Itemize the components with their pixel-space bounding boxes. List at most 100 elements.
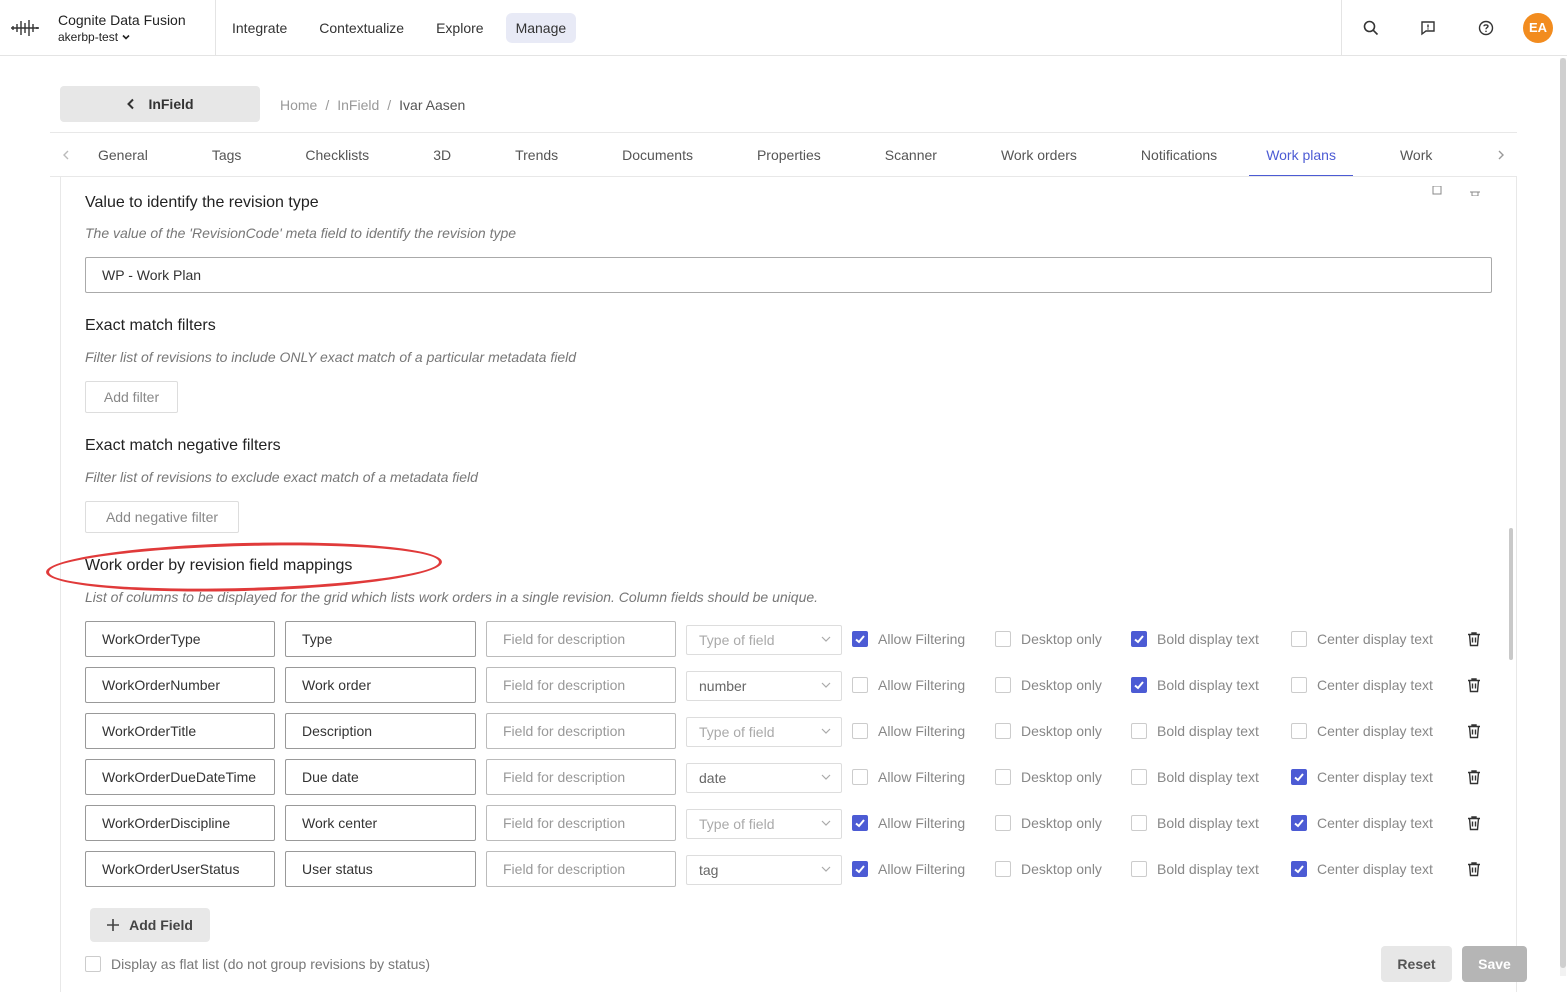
tab-scroll-left[interactable] (50, 133, 82, 176)
bold-display-text-checkbox[interactable]: Bold display text (1131, 861, 1259, 877)
revision-type-input[interactable]: WP - Work Plan (85, 257, 1492, 293)
page-scrollbar[interactable] (1560, 58, 1566, 976)
project-selector[interactable]: akerbp-test (58, 29, 186, 45)
checkbox-checked (1131, 631, 1147, 647)
field-type-select[interactable]: number (686, 671, 842, 701)
breadcrumb-infield[interactable]: InField (337, 97, 379, 113)
save-button[interactable]: Save (1462, 946, 1527, 982)
allow-filtering-checkbox[interactable]: Allow Filtering (852, 815, 965, 831)
trash-icon[interactable] (1465, 814, 1483, 832)
tab-scanner[interactable]: Scanner (853, 133, 969, 176)
tab-3d[interactable]: 3D (401, 133, 483, 176)
field-description-input[interactable]: Field for description (486, 851, 676, 887)
tab-work-orders[interactable]: Work orders (969, 133, 1109, 176)
field-description-input[interactable]: Field for description (486, 621, 676, 657)
avatar[interactable]: EA (1523, 12, 1553, 43)
tab-trends[interactable]: Trends (483, 133, 590, 176)
field-name-input[interactable]: WorkOrderDueDateTime (85, 759, 275, 795)
search-button[interactable] (1341, 0, 1399, 55)
nav-manage[interactable]: Manage (505, 12, 577, 43)
flat-list-checkbox[interactable]: Display as flat list (do not group revis… (85, 956, 430, 972)
center-display-text-checkbox[interactable]: Center display text (1291, 815, 1433, 831)
back-button[interactable]: InField (60, 86, 260, 122)
add-negative-filter-button[interactable]: Add negative filter (85, 501, 239, 533)
field-label-input[interactable]: User status (285, 851, 476, 887)
desktop-only-checkbox[interactable]: Desktop only (995, 769, 1102, 785)
trash-icon[interactable] (1465, 768, 1483, 786)
desktop-only-checkbox[interactable]: Desktop only (995, 723, 1102, 739)
nav-explore[interactable]: Explore (426, 13, 493, 43)
allow-filtering-checkbox[interactable]: Allow Filtering (852, 723, 965, 739)
field-label-input[interactable]: Type (285, 621, 476, 657)
tab-properties[interactable]: Properties (725, 133, 853, 176)
reset-button[interactable]: Reset (1381, 946, 1452, 982)
tab-tags[interactable]: Tags (180, 133, 274, 176)
trash-icon[interactable] (1465, 722, 1483, 740)
center-display-text-checkbox[interactable]: Center display text (1291, 723, 1433, 739)
bold-display-text-checkbox[interactable]: Bold display text (1131, 677, 1259, 693)
copy-icon[interactable] (1430, 186, 1444, 196)
chevron-down-icon (821, 820, 831, 826)
desktop-only-checkbox[interactable]: Desktop only (995, 815, 1102, 831)
field-name-input[interactable]: WorkOrderType (85, 621, 275, 657)
field-name-input[interactable]: WorkOrderNumber (85, 667, 275, 703)
tab-bar: General Tags Checklists 3D Trends Docume… (50, 132, 1517, 177)
field-type-select[interactable]: tag (686, 855, 842, 885)
tab-checklists[interactable]: Checklists (273, 133, 401, 176)
trash-icon[interactable] (1465, 630, 1483, 648)
checkbox-label: Bold display text (1157, 677, 1259, 693)
trash-icon[interactable] (1465, 860, 1483, 878)
tab-work-overflow[interactable]: Work (1353, 133, 1432, 176)
desktop-only-checkbox[interactable]: Desktop only (995, 631, 1102, 647)
field-label-input[interactable]: Description (285, 713, 476, 749)
allow-filtering-checkbox[interactable]: Allow Filtering (852, 631, 965, 647)
mapping-row: WorkOrderDueDateTime Due date Field for de… (85, 759, 1495, 795)
desktop-only-checkbox[interactable]: Desktop only (995, 677, 1102, 693)
tab-documents[interactable]: Documents (590, 133, 725, 176)
trash-icon[interactable] (1465, 676, 1483, 694)
tab-notifications[interactable]: Notifications (1109, 133, 1249, 176)
field-type-select[interactable]: date (686, 763, 842, 793)
field-label-input[interactable]: Due date (285, 759, 476, 795)
page-scrollbar-thumb[interactable] (1560, 58, 1566, 968)
add-field-button[interactable]: Add Field (90, 908, 210, 942)
allow-filtering-checkbox[interactable]: Allow Filtering (852, 677, 965, 693)
center-display-text-checkbox[interactable]: Center display text (1291, 677, 1433, 693)
allow-filtering-checkbox[interactable]: Allow Filtering (852, 861, 965, 877)
field-description-input[interactable]: Field for description (486, 713, 676, 749)
desktop-only-checkbox[interactable]: Desktop only (995, 861, 1102, 877)
bold-display-text-checkbox[interactable]: Bold display text (1131, 815, 1259, 831)
field-label-input[interactable]: Work center (285, 805, 476, 841)
field-type-select[interactable]: Type of field (686, 809, 842, 839)
bold-display-text-checkbox[interactable]: Bold display text (1131, 723, 1259, 739)
feedback-button[interactable] (1399, 0, 1457, 55)
tab-scroll-right[interactable] (1485, 133, 1517, 176)
center-display-text-checkbox[interactable]: Center display text (1291, 631, 1433, 647)
field-label-input[interactable]: Work order (285, 667, 476, 703)
center-display-text-checkbox[interactable]: Center display text (1291, 769, 1433, 785)
nav-integrate[interactable]: Integrate (222, 13, 297, 43)
field-name-input[interactable]: WorkOrderDiscipline (85, 805, 275, 841)
field-description-input[interactable]: Field for description (486, 759, 676, 795)
field-description-input[interactable]: Field for description (486, 667, 676, 703)
field-name-input[interactable]: WorkOrderUserStatus (85, 851, 275, 887)
checkbox-label: Allow Filtering (878, 769, 966, 785)
allow-filtering-checkbox[interactable]: Allow Filtering (852, 769, 965, 785)
checkbox-label: Desktop only (1021, 631, 1102, 647)
nav-contextualize[interactable]: Contextualize (309, 13, 414, 43)
delete-icon[interactable] (1468, 186, 1482, 196)
breadcrumb-home[interactable]: Home (280, 97, 317, 113)
tab-general[interactable]: General (82, 133, 180, 176)
field-name-input[interactable]: WorkOrderTitle (85, 713, 275, 749)
panel-scrollbar-thumb[interactable] (1509, 528, 1513, 660)
bold-display-text-checkbox[interactable]: Bold display text (1131, 769, 1259, 785)
field-type-select[interactable]: Type of field (686, 625, 842, 655)
brand[interactable]: Cognite Data Fusion akerbp-test (0, 0, 216, 55)
tab-work-plans[interactable]: Work plans (1249, 133, 1353, 176)
bold-display-text-checkbox[interactable]: Bold display text (1131, 631, 1259, 647)
help-button[interactable] (1457, 0, 1515, 55)
add-filter-button[interactable]: Add filter (85, 381, 178, 413)
field-type-select[interactable]: Type of field (686, 717, 842, 747)
center-display-text-checkbox[interactable]: Center display text (1291, 861, 1433, 877)
field-description-input[interactable]: Field for description (486, 805, 676, 841)
